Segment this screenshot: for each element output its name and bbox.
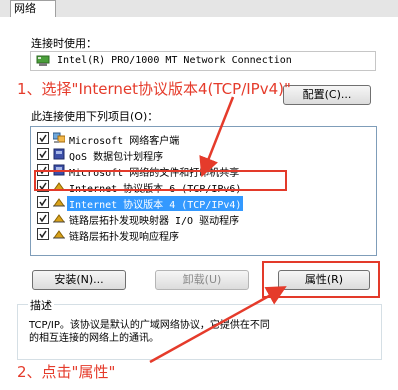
annotation-arrows [149,96,287,364]
arrow-step1 [199,96,235,178]
annotation-step1: 1、选择"Internet协议版本4(TCP/IPv4)" [17,80,291,98]
annotation-step2: 2、点击"属性" [17,363,116,381]
arrow-step2 [149,286,287,364]
